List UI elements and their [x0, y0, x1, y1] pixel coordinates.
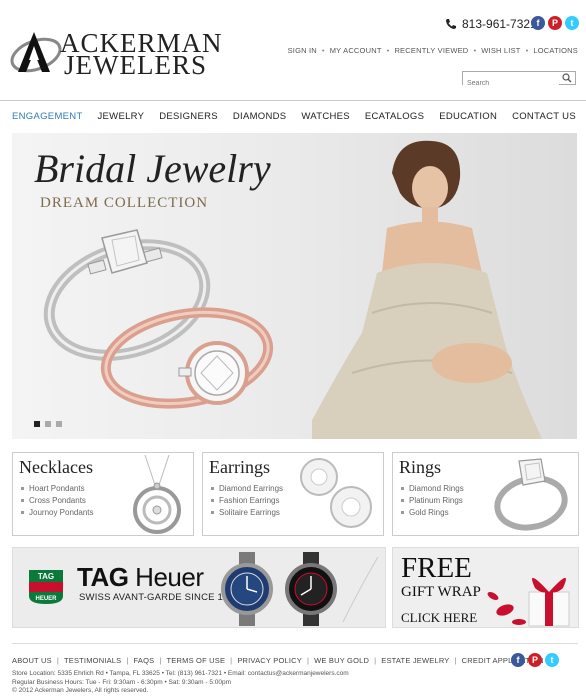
separator: |: [374, 656, 377, 665]
search-input[interactable]: [463, 77, 559, 90]
category-necklaces[interactable]: Necklaces Hoart Pondants Cross Pondants …: [12, 452, 194, 536]
facebook-icon[interactable]: f: [511, 653, 525, 667]
category-link[interactable]: Cross Pondants: [19, 495, 94, 507]
nav-watches[interactable]: WATCHES: [301, 111, 350, 122]
earrings-image: [300, 458, 372, 528]
facebook-icon[interactable]: f: [531, 16, 545, 30]
category-title: Earrings: [209, 457, 270, 477]
category-links: Diamond Earrings Fashion Earrings Solita…: [209, 483, 283, 519]
tag-heuer-logo: TAG HEUER: [29, 570, 63, 604]
category-link[interactable]: Platinum Rings: [399, 495, 464, 507]
nav-engagement[interactable]: ENGAGEMENT: [12, 111, 83, 122]
copyright: © 2012 Ackerman Jewelers, All rights res…: [12, 687, 149, 694]
category-earrings[interactable]: Earrings Diamond Earrings Fashion Earrin…: [202, 452, 384, 536]
gift-wrap-banner[interactable]: FREE GIFT WRAP CLICK HERE: [392, 547, 579, 628]
nav-ecatalogs[interactable]: ECATALOGS: [365, 111, 424, 122]
separator: |: [159, 656, 162, 665]
slider-dot[interactable]: [34, 421, 40, 427]
brand-name-line2: JEWELERS: [64, 50, 207, 80]
category-link[interactable]: Diamond Earrings: [209, 483, 283, 495]
social-links-footer: f P t: [511, 653, 559, 667]
footer-link-faqs[interactable]: FAQS: [134, 656, 155, 665]
slider-dot[interactable]: [56, 421, 62, 427]
footer-link-privacy[interactable]: PRIVACY POLICY: [237, 656, 302, 665]
footer-link-we-buy-gold[interactable]: WE BUY GOLD: [314, 656, 369, 665]
pinterest-icon[interactable]: P: [548, 16, 562, 30]
business-hours: Regular Business Hours: Tue - Fri: 9:30a…: [12, 678, 232, 686]
my-account-link[interactable]: MY ACCOUNT: [330, 46, 382, 55]
tag-heuer-banner[interactable]: TAG HEUER TAG Heuer SWISS AVANT-GARDE SI…: [12, 547, 386, 628]
svg-text:TAG: TAG: [38, 572, 54, 581]
account-links: SIGN IN • MY ACCOUNT • RECENTLY VIEWED •…: [288, 46, 578, 55]
hero-slider[interactable]: Bridal Jewelry DREAM COLLECTION: [12, 133, 577, 439]
category-link[interactable]: Diamond Rings: [399, 483, 464, 495]
footer-link-estate-jewelry[interactable]: ESTATE JEWELRY: [381, 656, 449, 665]
gift-box-image: [487, 577, 570, 627]
nav-designers[interactable]: DESIGNERS: [159, 111, 218, 122]
hero-subtitle: DREAM COLLECTION: [40, 195, 209, 211]
separator: |: [56, 656, 59, 665]
footer-link-about[interactable]: ABOUT US: [12, 656, 52, 665]
recently-viewed-link[interactable]: RECENTLY VIEWED: [394, 46, 468, 55]
category-title: Rings: [399, 457, 442, 477]
hero-title: Bridal Jewelry: [34, 146, 271, 191]
store-location: Store Location: 5335 Ehrlich Rd • Tampa,…: [12, 670, 349, 677]
category-rings[interactable]: Rings Diamond Rings Platinum Rings Gold …: [392, 452, 579, 536]
footer-nav: ABOUT US | TESTIMONIALS | FAQS | TERMS O…: [12, 656, 544, 665]
search-icon[interactable]: [562, 73, 572, 83]
separator: |: [230, 656, 233, 665]
locations-link[interactable]: LOCATIONS: [533, 46, 578, 55]
category-link[interactable]: Solitaire Earrings: [209, 507, 283, 519]
bride-model-image: [312, 140, 542, 439]
separator: |: [306, 656, 310, 665]
separator: •: [473, 46, 477, 55]
tag-heuer-title-bold: TAG: [77, 562, 129, 592]
tag-heuer-title-rest: Heuer: [128, 562, 204, 592]
category-link[interactable]: Fashion Earrings: [209, 495, 283, 507]
separator: •: [321, 46, 325, 55]
nav-education[interactable]: EDUCATION: [439, 111, 497, 122]
twitter-icon[interactable]: t: [565, 16, 579, 30]
gift-click-here[interactable]: CLICK HERE: [401, 610, 477, 626]
footer-link-testimonials[interactable]: TESTIMONIALS: [64, 656, 121, 665]
gift-free-text: FREE: [401, 552, 472, 584]
main-nav: ENGAGEMENT JEWELRY DESIGNERS DIAMONDS WA…: [0, 100, 586, 132]
watches-image: [221, 552, 379, 626]
category-link[interactable]: Hoart Pondants: [19, 483, 94, 495]
separator: •: [525, 46, 529, 55]
site-logo[interactable]: ACKERMAN JEWELERS: [10, 28, 230, 80]
nav-diamonds[interactable]: DIAMONDS: [233, 111, 287, 122]
category-links: Diamond Rings Platinum Rings Gold Rings: [399, 483, 464, 519]
necklace-pendant-image: [133, 455, 181, 534]
search-box: [462, 71, 576, 90]
pinterest-icon[interactable]: P: [528, 653, 542, 667]
category-link[interactable]: Journoy Pondants: [19, 507, 94, 519]
nav-contact-us[interactable]: CONTACT US: [512, 111, 576, 122]
ring-image: [494, 458, 568, 531]
category-link[interactable]: Gold Rings: [399, 507, 464, 519]
slider-dot[interactable]: [45, 421, 51, 427]
separator: •: [386, 46, 390, 55]
wish-list-link[interactable]: WISH LIST: [481, 46, 520, 55]
separator: |: [126, 656, 129, 665]
category-title: Necklaces: [19, 457, 93, 477]
tag-heuer-title: TAG Heuer: [77, 562, 204, 593]
engagement-rings-image: [43, 229, 274, 409]
svg-text:HEUER: HEUER: [35, 596, 57, 602]
footer-info: Store Location: 5335 Ehrlich Rd • Tampa,…: [12, 670, 349, 696]
slider-dots: [34, 421, 62, 427]
sign-in-link[interactable]: SIGN IN: [288, 46, 317, 55]
footer-divider: [12, 643, 578, 644]
footer-link-terms[interactable]: TERMS OF USE: [167, 656, 226, 665]
nav-jewelry[interactable]: JEWELRY: [98, 111, 145, 122]
phone-number: 813-961-7321: [462, 17, 537, 31]
phone-icon: [446, 19, 456, 29]
category-links: Hoart Pondants Cross Pondants Journoy Po…: [19, 483, 94, 519]
phone-contact[interactable]: 813-961-7321: [445, 17, 537, 31]
social-links-top: f P t: [531, 16, 579, 30]
gift-wrap-text: GIFT WRAP: [401, 584, 481, 600]
separator: |: [454, 656, 457, 665]
twitter-icon[interactable]: t: [545, 653, 559, 667]
